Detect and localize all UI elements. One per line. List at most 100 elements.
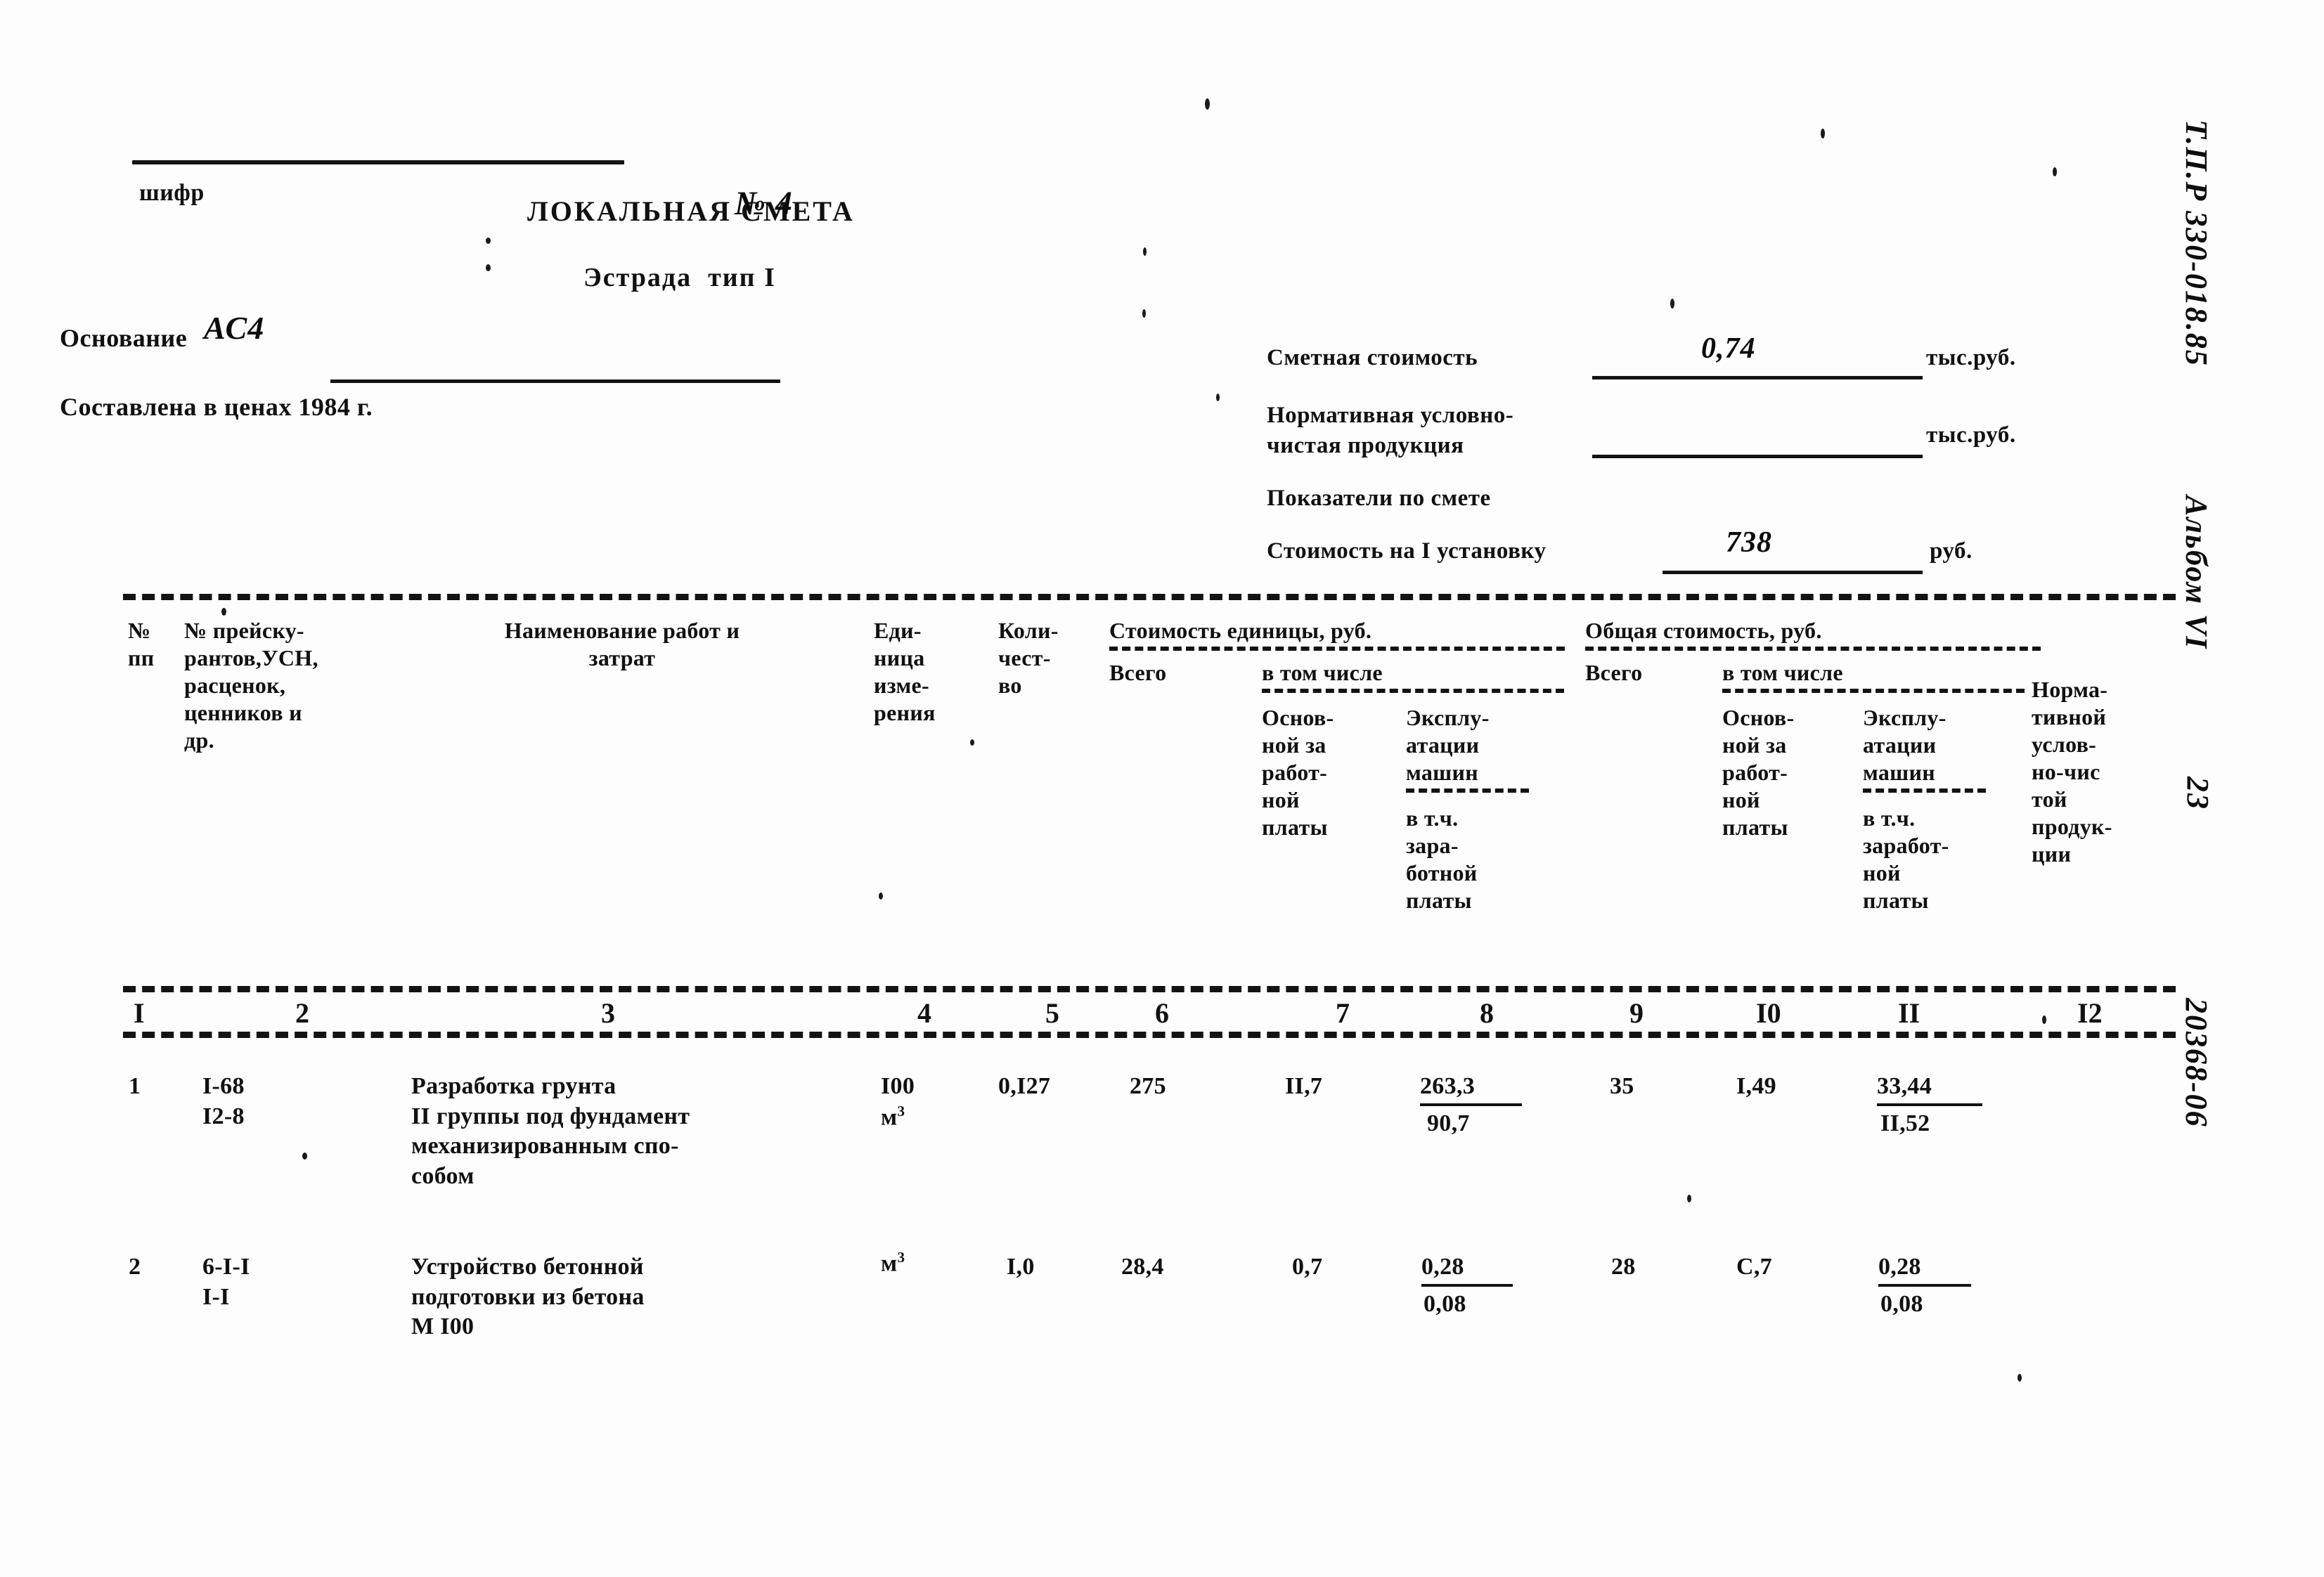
scan-speck (486, 238, 491, 244)
table-header-group-total-cost: Общая стоимость, руб. (1585, 618, 1822, 643)
row1-unit-machines: 263,3 (1420, 1073, 1475, 1099)
table-header-col8-wages: в т.ч. зара- ботной платы (1406, 805, 1478, 914)
scan-speck (1205, 98, 1210, 110)
scan-speck (1670, 299, 1674, 309)
column-number-4: 4 (917, 997, 931, 1029)
col11-machines-underline (1863, 788, 1986, 793)
row2-total-machines-rule (1878, 1284, 1971, 1287)
group-total-among-underline (1722, 689, 2025, 693)
row1-name: Разработка грунта II группы под фундамен… (411, 1073, 690, 1189)
table-header-group-unit-among: в том числе (1262, 660, 1383, 685)
net-product-label-line1: Нормативная условно- (1267, 403, 1514, 428)
prices-note: Составлена в ценах 1984 г. (60, 393, 373, 421)
scan-speck (221, 608, 226, 616)
col8-machines-underline (1406, 788, 1529, 793)
table-header-col12: Норма- тивной услов- но-чис той продук- … (2032, 677, 2112, 867)
shifr-rule (132, 160, 624, 164)
row1-total-machines-rule (1877, 1103, 1982, 1106)
table-row: 2 (129, 1254, 141, 1280)
row2-total-all: 28 (1611, 1254, 1636, 1280)
row2-name: Устройство бетонной подготовки из бетона… (411, 1254, 645, 1339)
scan-speck (1143, 247, 1147, 256)
row1-unit-main: I00 (881, 1073, 915, 1099)
scan-speck (1687, 1195, 1691, 1202)
per-unit-underline (1663, 571, 1923, 574)
row2-qty: I,0 (1007, 1254, 1035, 1280)
scan-speck (1216, 394, 1220, 401)
table-header-col7: Основ- ной за работ- ной платы (1262, 705, 1334, 841)
row2-unit: м3 (881, 1249, 905, 1277)
scan-speck (2018, 1374, 2022, 1382)
margin-document-code: 20368-06 (2179, 998, 2214, 1128)
osnovanie-value: АС4 (204, 310, 265, 346)
margin-album: Альбом VI (2179, 495, 2214, 650)
estimate-cost-label: Сметная стоимость (1267, 345, 1478, 370)
row1-unit-machines-rule (1420, 1103, 1522, 1106)
column-number-6: 6 (1155, 997, 1169, 1029)
estimate-cost-unit: тыс.руб. (1926, 345, 2016, 370)
scan-speck (879, 893, 883, 900)
net-product-underline (1592, 455, 1923, 458)
column-number-9: 9 (1629, 997, 1644, 1029)
column-number-5: 5 (1045, 997, 1059, 1029)
row1-total-machines-wage: II,52 (1880, 1110, 1930, 1136)
estimate-cost-value: 0,74 (1701, 332, 1756, 365)
scan-speck (486, 264, 491, 271)
row1-unit-machines-wage: 90,7 (1427, 1110, 1470, 1136)
column-number-7: 7 (1336, 997, 1350, 1029)
colnum-top-rule (123, 986, 2176, 992)
column-number-8: 8 (1480, 997, 1494, 1029)
row1-total-wage: I,49 (1736, 1073, 1776, 1099)
row2-total-machines-wage: 0,08 (1880, 1291, 1923, 1317)
document-number: № 4 (735, 185, 793, 222)
scan-speck (1142, 309, 1146, 318)
row1-code: I-68 I2-8 (202, 1073, 245, 1129)
table-header-col3: Наименование работ и затрат (504, 618, 740, 671)
row2-unit-machines-wage: 0,08 (1424, 1291, 1466, 1317)
scan-speck (302, 1153, 307, 1160)
net-product-label-line2: чистая продукция (1267, 433, 1464, 458)
table-header-col2: № прейску- рантов,УСН, расценок, ценнико… (184, 618, 318, 753)
scan-speck (2042, 1015, 2046, 1024)
column-number-12: I2 (2077, 997, 2103, 1029)
row2-unit-machines: 0,28 (1421, 1254, 1464, 1280)
shifr-label: шифр (139, 180, 205, 206)
table-top-rule (123, 594, 2176, 600)
document-subtitle: Эстрада тип I (583, 263, 776, 292)
table-header-col4: Еди- ница изме- рения (874, 618, 936, 726)
table-row: 1 (129, 1073, 141, 1099)
row2-unit-machines-rule (1421, 1284, 1513, 1287)
table-header-col10: Основ- ной за работ- ной платы (1722, 705, 1795, 841)
column-number-1: I (134, 997, 145, 1029)
group-unit-cost-underline (1109, 647, 1565, 651)
scan-speck (2053, 167, 2057, 176)
margin-page-number: 23 (2181, 777, 2215, 810)
row1-unit-sub: м3 (881, 1103, 905, 1131)
per-unit-value: 738 (1726, 526, 1772, 559)
page-title: ЛОКАЛЬНАЯ СМЕТА (527, 195, 855, 227)
per-unit-label: Стоимость на I установку (1267, 538, 1547, 564)
column-number-3: 3 (601, 997, 615, 1029)
scan-speck (970, 739, 974, 746)
row2-unit-wage: 0,7 (1292, 1254, 1323, 1280)
table-header-col5: Коли- чест- во (998, 618, 1059, 699)
row1-unit-wage: II,7 (1285, 1073, 1323, 1099)
row1-unit-total: 275 (1130, 1073, 1166, 1099)
row2-total-wage: С,7 (1736, 1254, 1772, 1280)
table-header-col6: Всего (1109, 660, 1167, 685)
indicators-label: Показатели по смете (1267, 486, 1491, 511)
estimate-cost-underline (1592, 376, 1923, 379)
table-header-col11-machines: Эксплу- атации машин (1863, 705, 1947, 786)
row1-qty: 0,I27 (998, 1073, 1051, 1099)
osnovanie-underline (330, 379, 780, 383)
row1-total-machines: 33,44 (1877, 1073, 1932, 1099)
colnum-bottom-rule (123, 1032, 2176, 1038)
scan-speck (1821, 129, 1825, 138)
per-unit-unit: руб. (1930, 538, 1973, 564)
row2-code: 6-I-I I-I (202, 1254, 250, 1310)
column-number-11: II (1898, 997, 1920, 1029)
column-number-2: 2 (295, 997, 309, 1029)
table-header-col9: Всего (1585, 660, 1643, 685)
row1-total-all: 35 (1610, 1073, 1634, 1099)
margin-project-code: Т.П.Р 330-018.85 (2179, 119, 2214, 367)
